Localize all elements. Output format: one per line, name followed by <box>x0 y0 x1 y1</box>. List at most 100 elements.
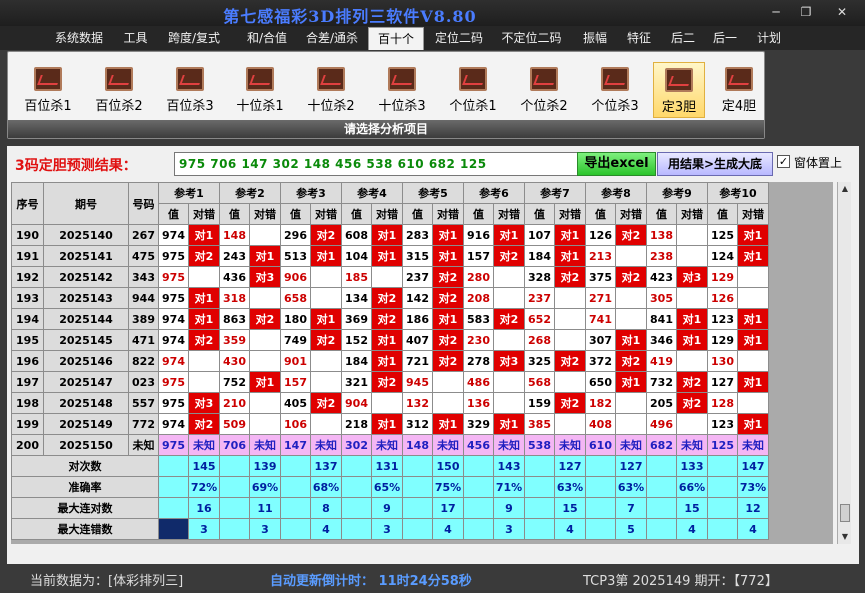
ref-value: 130 <box>707 350 738 372</box>
header-value: 值 <box>280 203 311 225</box>
stats-value: 4 <box>737 518 769 540</box>
ref-check <box>432 371 464 393</box>
ref-value: 123 <box>707 413 738 435</box>
header-row: 序号 期号 号码 参考1 参考2 参考3 参考4 参考5 参考6 参考7 参考8 参考9 参考10 <box>11 182 769 225</box>
export-excel-button[interactable]: 导出excel <box>577 152 656 176</box>
header-value: 值 <box>524 203 555 225</box>
table-row[interactable]: 195 2025145 471 974 对2 359 749 对2 152 对1 407 对2 230 2… <box>11 329 769 351</box>
ref-value: 123 <box>707 308 738 330</box>
menu-item[interactable]: 合差/通杀 <box>297 26 367 50</box>
ref-value: 419 <box>646 350 677 372</box>
ribbon-button[interactable]: 十位杀3 <box>372 62 432 118</box>
header-ref: 参考1 <box>158 182 220 204</box>
ref-check: 对2 <box>310 392 342 414</box>
chart-icon <box>317 67 345 91</box>
menu-item[interactable]: 百十个 <box>368 27 424 50</box>
table-row[interactable]: 192 2025142 343 975 436 对3 906 185 237 对2 280 328 对2… <box>11 266 769 288</box>
ref-value: 408 <box>585 413 616 435</box>
data-grid: 序号 期号 号码 参考1 参考2 参考3 参考4 参考5 参考6 参考7 参考8 参考9 参考10 值对错… <box>11 182 833 544</box>
chart-icon <box>530 67 558 91</box>
header-check: 对错 <box>249 203 281 225</box>
ref-value: 975 <box>158 371 189 393</box>
ribbon-button[interactable]: 十位杀2 <box>301 62 361 118</box>
menu-item[interactable]: 和/合值 <box>233 26 301 50</box>
table-row[interactable]: 198 2025148 557 975 对3 210 405 对2 904 132 136 159 对2… <box>11 392 769 414</box>
ref-check <box>493 371 525 393</box>
ref-check <box>554 371 586 393</box>
pending-value: 610 <box>585 434 616 456</box>
menu-item[interactable]: 计划 <box>750 26 788 50</box>
scroll-up-icon[interactable]: ▲ <box>838 182 852 196</box>
ribbon-button[interactable]: 定4胆 <box>711 62 767 118</box>
chart-icon <box>34 67 62 91</box>
table-row[interactable]: 197 2025147 023 975 752 对1 157 321 对2 945 486 568 65… <box>11 371 769 393</box>
ref-check <box>310 266 342 288</box>
row-number: 023 <box>128 371 159 393</box>
ref-value: 283 <box>402 224 433 246</box>
ref-value: 346 <box>646 329 677 351</box>
minimize-icon[interactable]: ─ <box>762 4 790 20</box>
scroll-down-icon[interactable]: ▼ <box>838 530 852 544</box>
stats-label: 最大连对数 <box>11 497 159 519</box>
pending-value: 456 <box>463 434 494 456</box>
table-row[interactable]: 190 2025140 267 974 对1 148 296 对2 608 对1 283 对1 916 对… <box>11 224 769 246</box>
row-period: 2025141 <box>43 245 129 267</box>
header-ref: 参考6 <box>463 182 525 204</box>
menu-item[interactable]: 定位二码 <box>427 26 491 50</box>
pending-row[interactable]: 200 2025150 未知 975 未知 706 未知 147 未知 302 未知 148 未知 456… <box>11 434 769 456</box>
menu-item[interactable]: 系统数据 <box>46 26 112 50</box>
ref-value: 307 <box>585 329 616 351</box>
table-row[interactable]: 193 2025143 944 975 对1 318 658 134 对2 142 对2 208 237… <box>11 287 769 309</box>
ribbon-button[interactable]: 个位杀3 <box>585 62 645 118</box>
menu-item[interactable]: 跨度/复式 <box>158 26 230 50</box>
table-row[interactable]: 196 2025146 822 974 430 901 184 对1 721 对2 278 对3 325… <box>11 350 769 372</box>
ref-value: 329 <box>463 413 494 435</box>
menu-item[interactable]: 后二 <box>664 26 702 50</box>
topmost-checkbox[interactable]: ✓ <box>777 155 790 168</box>
ref-check: 对1 <box>493 413 525 435</box>
menu-item[interactable]: 工具 <box>113 26 158 50</box>
ref-value: 208 <box>463 287 494 309</box>
menu-item[interactable]: 振幅 <box>574 26 616 50</box>
ref-check <box>188 371 220 393</box>
ribbon-button[interactable]: 定3胆 <box>653 62 705 118</box>
stats-spacer <box>463 476 494 498</box>
menu-item[interactable]: 不定位二码 <box>494 26 569 50</box>
ribbon-button[interactable]: 十位杀1 <box>230 62 290 118</box>
vertical-scrollbar[interactable]: ▲ ▼ <box>837 182 851 544</box>
stats-value: 15 <box>676 497 708 519</box>
header-ref: 参考7 <box>524 182 586 204</box>
ribbon-button[interactable]: 百位杀3 <box>160 62 220 118</box>
row-number: 944 <box>128 287 159 309</box>
ribbon-button[interactable]: 百位杀1 <box>18 62 78 118</box>
stats-spacer <box>280 518 311 540</box>
ref-value: 608 <box>341 224 372 246</box>
stats-value: 16 <box>188 497 220 519</box>
result-field[interactable]: 975 706 147 302 148 456 538 610 682 125 <box>174 152 578 176</box>
ribbon-button[interactable]: 个位杀1 <box>443 62 503 118</box>
table-row[interactable]: 199 2025149 772 974 对2 509 106 218 对1 312 对1 329 对1 3… <box>11 413 769 435</box>
chart-icon <box>459 67 487 91</box>
scroll-thumb[interactable] <box>840 504 850 522</box>
chart-icon <box>105 67 133 91</box>
ref-value: 945 <box>402 371 433 393</box>
maximize-icon[interactable]: ❐ <box>792 4 820 20</box>
ref-value: 325 <box>524 350 555 372</box>
pending-value: 538 <box>524 434 555 456</box>
table-row[interactable]: 191 2025141 475 975 对2 243 对1 513 对1 104 对1 315 对1 15… <box>11 245 769 267</box>
ref-check: 对2 <box>432 266 464 288</box>
ribbon-button[interactable]: 百位杀2 <box>89 62 149 118</box>
menu-item[interactable]: 特征 <box>617 26 661 50</box>
stats-value: 143 <box>493 455 525 477</box>
menu-item[interactable]: 后一 <box>702 26 748 50</box>
row-number: 772 <box>128 413 159 435</box>
chart-icon <box>601 67 629 91</box>
close-icon[interactable]: ✕ <box>828 4 856 20</box>
ref-check: 对1 <box>676 308 708 330</box>
ribbon-button-label: 个位杀2 <box>520 99 568 114</box>
table-row[interactable]: 194 2025144 389 974 对1 863 对2 180 对1 369 对2 186 对1 58… <box>11 308 769 330</box>
ribbon-button[interactable]: 个位杀2 <box>514 62 574 118</box>
chart-icon <box>388 67 416 91</box>
ref-check: 对1 <box>554 245 586 267</box>
generate-dadi-button[interactable]: 用结果>生成大底 <box>657 152 773 176</box>
